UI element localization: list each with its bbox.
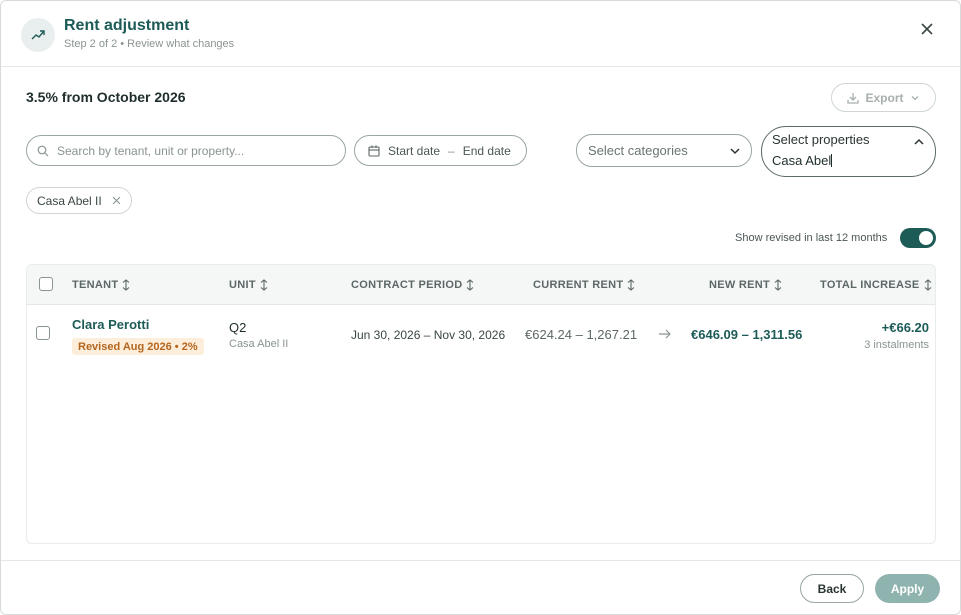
sort-icon <box>774 279 782 291</box>
column-header-contract-period[interactable]: CONTRACT PERIOD <box>351 279 474 291</box>
categories-placeholder: Select categories <box>588 143 688 158</box>
select-all-checkbox[interactable] <box>39 277 53 291</box>
date-separator: – <box>448 143 455 158</box>
revised-badge: Revised Aug 2026 • 2% <box>72 338 204 355</box>
apply-button[interactable]: Apply <box>875 574 940 603</box>
column-header-tenant[interactable]: TENANT <box>72 279 130 291</box>
close-button[interactable] <box>916 18 938 40</box>
properties-search-input[interactable]: Casa Abel <box>772 153 925 168</box>
sort-icon <box>924 279 931 291</box>
modal-header: Rent adjustment Step 2 of 2 • Review wha… <box>1 1 960 67</box>
export-button[interactable]: Export <box>831 83 936 112</box>
sort-icon <box>467 279 474 291</box>
categories-select[interactable]: Select categories <box>576 134 752 167</box>
unit-property: Casa Abel II <box>229 338 289 350</box>
properties-placeholder: Select properties <box>772 132 870 147</box>
chevron-down-icon <box>730 147 740 154</box>
total-increase: +€66.20 <box>881 320 929 335</box>
column-header-current-rent[interactable]: CURRENT RENT <box>533 279 635 291</box>
rent-table: TENANT UNIT CONTRACT PERIOD CURRENT RENT… <box>26 264 936 544</box>
export-label: Export <box>865 90 904 105</box>
tenant-name[interactable]: Clara Perotti <box>72 317 149 332</box>
end-date[interactable]: End date <box>463 144 511 158</box>
search-input[interactable] <box>57 143 327 158</box>
new-rent: €646.09 – 1,311.56 <box>691 327 803 342</box>
arrow-right-icon <box>659 329 671 339</box>
column-header-total-increase[interactable]: TOTAL INCREASE <box>820 279 932 291</box>
chip-label: Casa Abel II <box>37 193 102 208</box>
modal-subtitle: Step 2 of 2 • Review what changes <box>64 38 235 50</box>
instalments-count: 3 instalments <box>864 339 929 351</box>
modal-title: Rent adjustment <box>64 17 190 34</box>
table-row[interactable]: Clara Perotti Revised Aug 2026 • 2% Q2 C… <box>27 306 935 364</box>
toggle-knob <box>919 231 933 245</box>
calendar-icon <box>368 145 380 157</box>
sort-icon <box>123 279 130 291</box>
sort-icon <box>628 279 635 291</box>
unit-name: Q2 <box>229 320 247 335</box>
column-header-new-rent[interactable]: NEW RENT <box>709 279 782 291</box>
column-header-unit[interactable]: UNIT <box>229 279 268 291</box>
download-icon <box>847 92 860 104</box>
remove-chip-icon[interactable] <box>112 196 121 205</box>
current-rent: €624.24 – 1,267.21 <box>525 327 638 342</box>
properties-select[interactable]: Select properties Casa Abel <box>761 126 936 177</box>
row-checkbox[interactable] <box>36 326 50 340</box>
rent-adjustment-modal: Rent adjustment Step 2 of 2 • Review wha… <box>0 0 961 615</box>
close-icon <box>921 23 933 35</box>
sort-icon <box>260 279 268 291</box>
adjustment-summary-title: 3.5% from October 2026 <box>26 89 186 105</box>
chevron-down-icon <box>911 95 918 100</box>
modal-footer: Back Apply <box>1 560 960 614</box>
start-date[interactable]: Start date <box>388 144 440 158</box>
search-field[interactable] <box>26 135 346 166</box>
chevron-up-icon <box>914 138 924 145</box>
property-filter-chip: Casa Abel II <box>26 187 132 214</box>
search-icon <box>37 145 49 156</box>
back-button[interactable]: Back <box>800 574 864 603</box>
contract-period: Jun 30, 2026 – Nov 30, 2026 <box>351 328 506 342</box>
show-revised-toggle[interactable] <box>900 228 936 248</box>
trending-up-icon <box>21 18 55 52</box>
table-header: TENANT UNIT CONTRACT PERIOD CURRENT RENT… <box>27 265 935 305</box>
date-range-picker[interactable]: Start date – End date <box>354 135 527 166</box>
toggle-label: Show revised in last 12 months <box>735 232 888 244</box>
